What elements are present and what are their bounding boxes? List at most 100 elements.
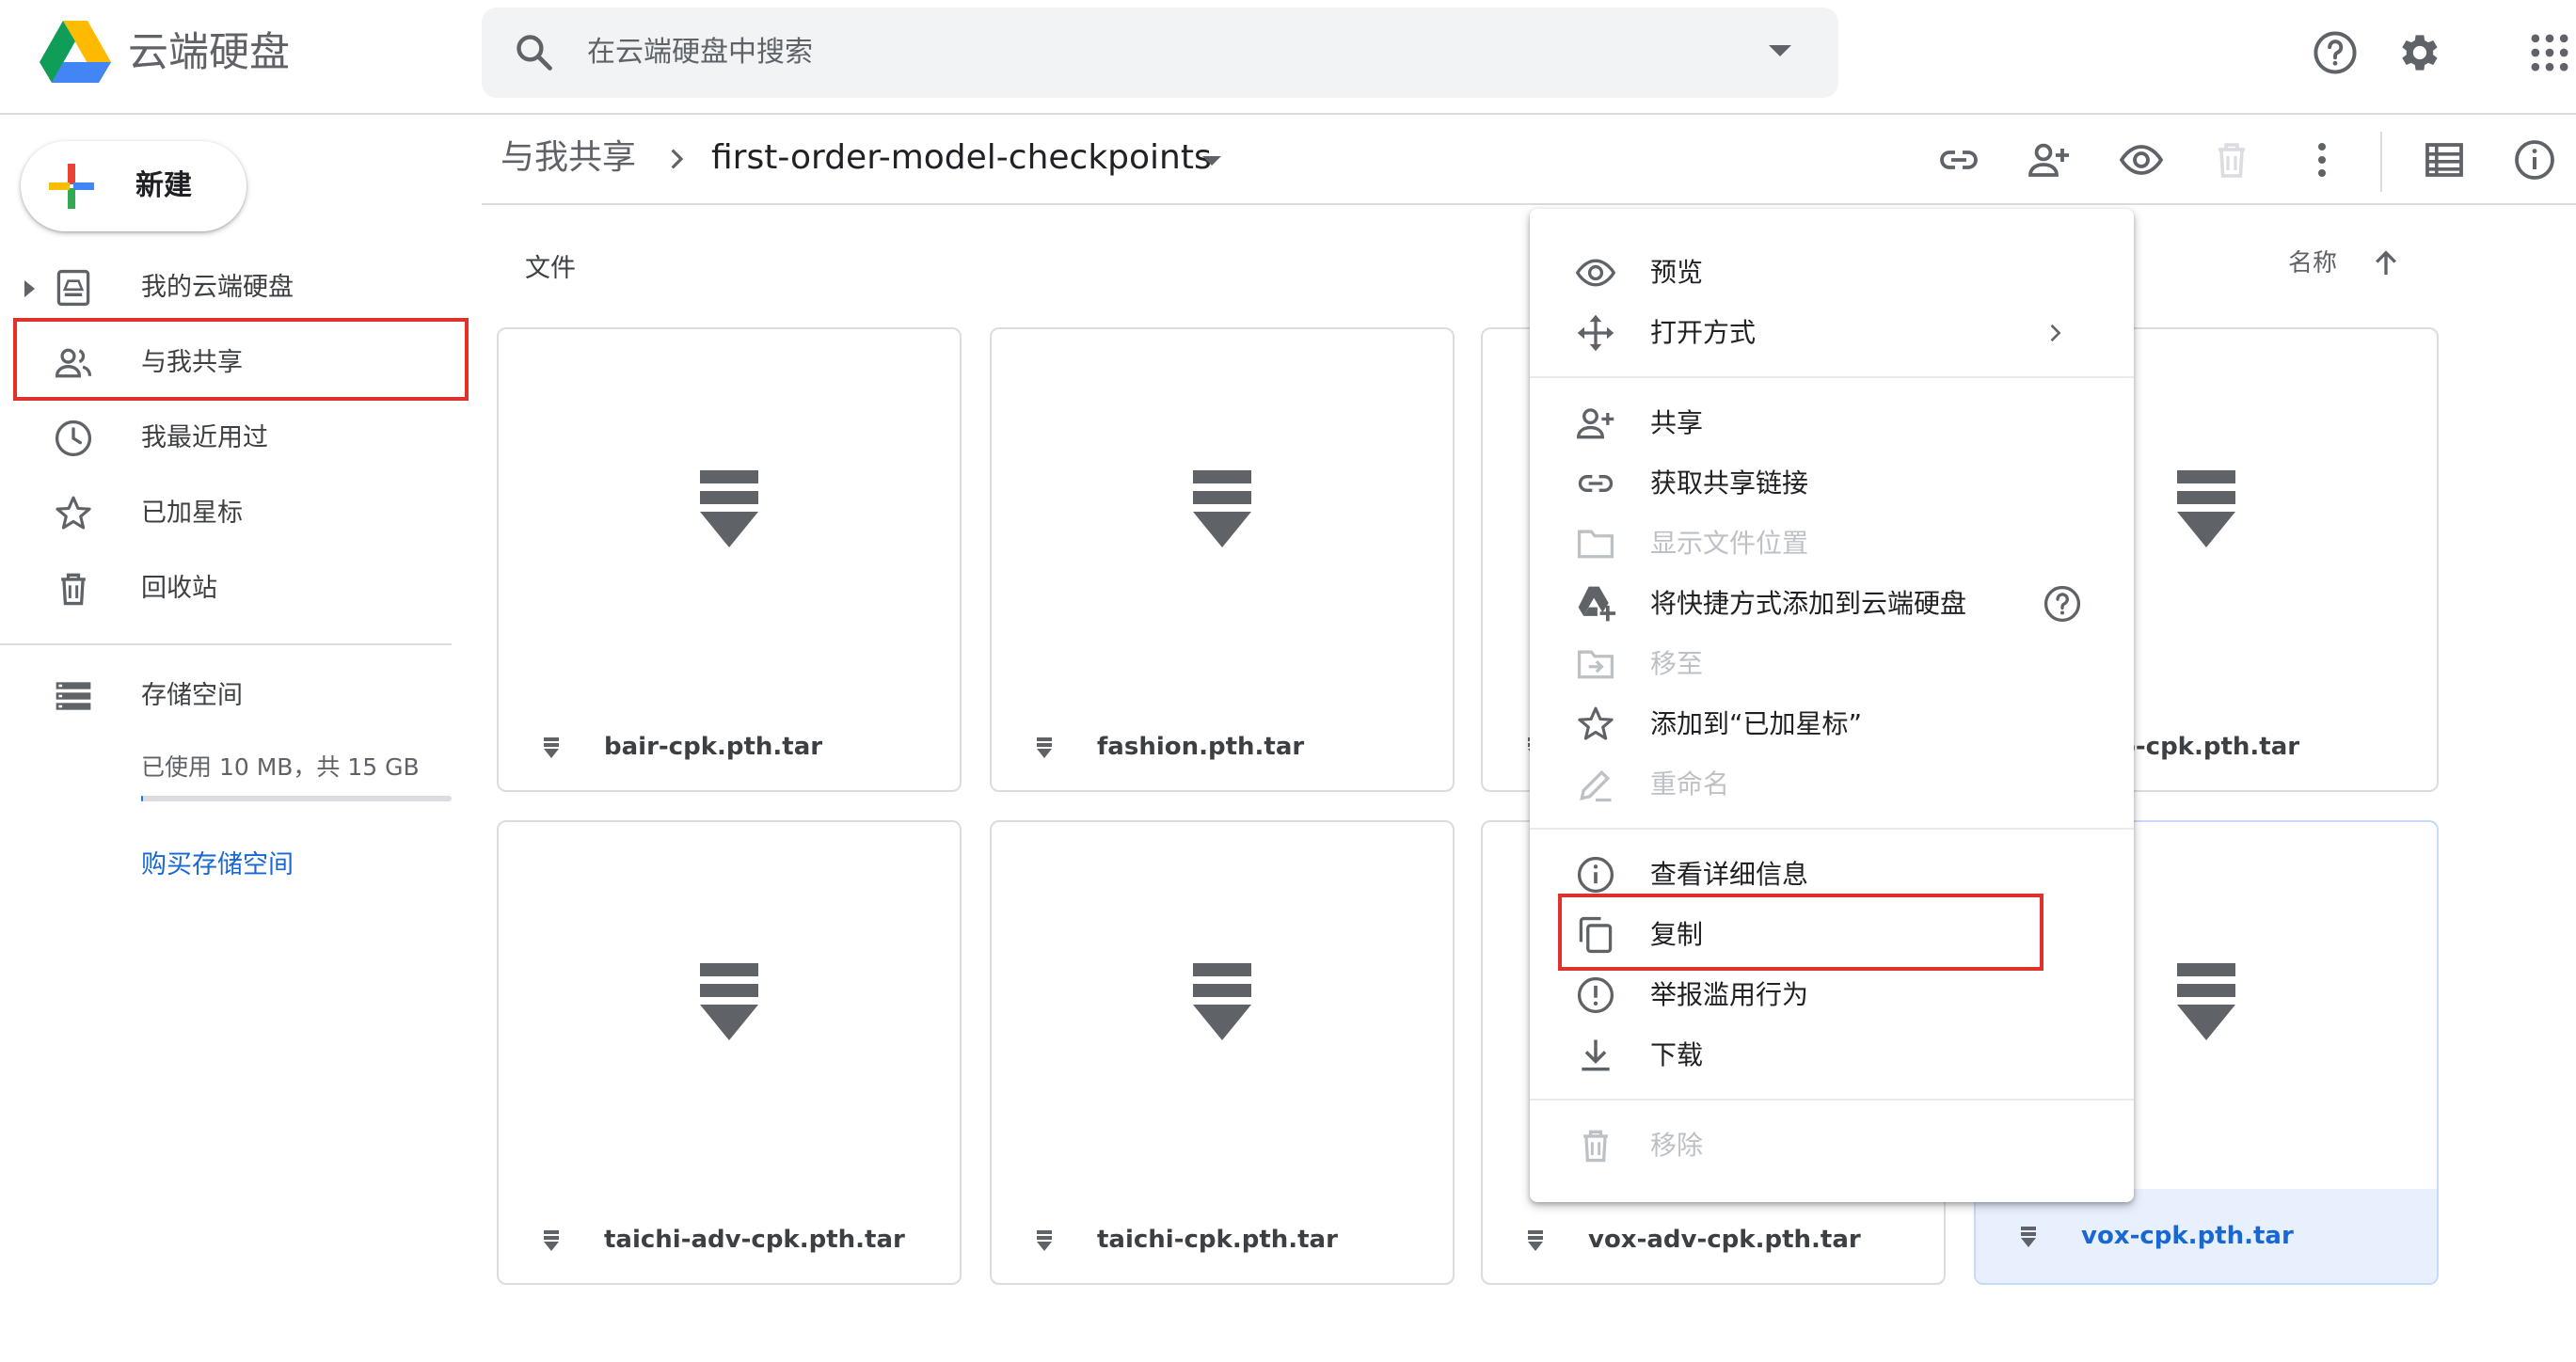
app-title: 云端硬盘 [128,29,290,76]
file-card-footer: taichi-cpk.pth.tar [992,1193,1453,1283]
sidebar-divider [0,643,452,645]
info-icon[interactable] [2512,137,2557,182]
preview-eye-icon[interactable] [2119,137,2164,182]
folder-menu-chevron-down-icon[interactable] [1202,156,1221,166]
menu-item-report-abuse[interactable]: 举报滥用行为 [1530,965,2134,1025]
storage-icon [53,675,94,717]
drive-logo-icon[interactable] [40,21,111,83]
file-card-footer: vox-adv-cpk.pth.tar [1483,1193,1944,1283]
trash-icon[interactable] [2209,137,2254,182]
file-name: bair-cpk.pth.tar [604,733,823,761]
link-icon[interactable] [1936,137,1981,182]
sort-by-name-button[interactable]: 名称 [2288,245,2337,282]
rename-pencil-icon [1575,764,1616,805]
menu-item-show-location[interactable]: 显示文件位置 [1530,514,2134,574]
menu-item-label: 将快捷方式添加到云端硬盘 [1650,588,1967,619]
storage-progress-fill [141,796,143,801]
archive-file-icon [700,470,758,547]
toolbar-divider [2380,132,2382,192]
file-thumbnail [499,822,960,1180]
open-with-icon [1575,312,1616,354]
file-type-icon [544,1230,559,1251]
menu-item-add-star[interactable]: 添加到“已加星标” [1530,694,2134,754]
sidebar-item-recent[interactable]: 我最近用过 [13,401,465,476]
menu-item-add-shortcut[interactable]: 将快捷方式添加到云端硬盘 [1530,574,2134,634]
menu-item-remove[interactable]: 移除 [1530,1116,2134,1176]
sidebar-item-trash[interactable]: 回收站 [13,551,465,626]
menu-item-label: 查看详细信息 [1650,859,1809,890]
breadcrumb-root[interactable]: 与我共享 [501,135,636,181]
file-card[interactable]: taichi-adv-cpk.pth.tar [497,820,962,1285]
file-card-footer: fashion.pth.tar [992,700,1453,790]
menu-item-preview[interactable]: 预览 [1530,243,2134,303]
folder-icon [1575,523,1616,564]
menu-item-rename[interactable]: 重命名 [1530,754,2134,815]
file-type-icon [2021,1227,2036,1247]
menu-item-move-to[interactable]: 移至 [1530,634,2134,694]
menu-item-download[interactable]: 下载 [1530,1025,2134,1085]
sidebar-item-label: 已加星标 [141,499,243,528]
more-vert-icon[interactable] [2299,137,2345,182]
menu-item-open-with[interactable]: 打开方式 [1530,303,2134,363]
apps-grid-icon[interactable] [2525,28,2574,77]
menu-item-label: 获取共享链接 [1650,467,1809,499]
file-card[interactable]: fashion.pth.tar [990,327,1455,792]
top-header: 云端硬盘 在云端硬盘中搜索 [0,0,2576,115]
file-card[interactable]: bair-cpk.pth.tar [497,327,962,792]
menu-item-label: 举报滥用行为 [1650,979,1809,1010]
recent-clock-icon [53,418,94,459]
search-icon[interactable] [514,32,555,73]
file-name: taichi-adv-cpk.pth.tar [604,1226,905,1254]
highlight-box-shared-with-me [13,318,469,401]
star-icon [1575,704,1616,745]
archive-file-icon [700,963,758,1040]
add-person-icon [1575,403,1616,444]
trash-icon [53,568,94,610]
menu-item-label: 预览 [1650,257,1704,288]
search-options-chevron-down-icon[interactable] [1769,45,1791,56]
trash-icon [1575,1125,1616,1166]
sidebar-item-label: 存储空间 [141,681,243,710]
sort-arrow-up-icon[interactable] [2369,246,2403,280]
link-icon [1575,463,1616,504]
archive-file-icon [1193,470,1251,547]
list-view-icon[interactable] [2422,137,2467,182]
new-button[interactable]: 新建 [21,141,246,231]
search-input[interactable]: 在云端硬盘中搜索 [587,34,813,71]
archive-file-icon [2177,963,2235,1040]
add-person-icon[interactable] [2027,137,2072,182]
help-icon[interactable] [2311,28,2360,77]
file-type-icon [1037,1230,1052,1251]
sidebar-item-starred[interactable]: 已加星标 [13,476,465,551]
menu-item-label: 打开方式 [1650,317,1757,348]
file-name: fashion.pth.tar [1097,733,1305,761]
sidebar-item-storage[interactable]: 存储空间 [13,658,465,734]
highlight-box-make-copy [1558,894,2043,971]
menu-item-get-link[interactable]: 获取共享链接 [1530,453,2134,514]
breadcrumb-current-folder[interactable]: first-order-model-checkpoints [711,135,1212,181]
menu-item-label: 共享 [1650,407,1704,438]
files-section-heading: 文件 [525,254,576,283]
menu-item-share[interactable]: 共享 [1530,393,2134,453]
buy-storage-link[interactable]: 购买存储空间 [141,847,294,884]
sidebar-item-my-drive[interactable]: 我的云端硬盘 [13,250,465,325]
file-thumbnail [499,329,960,687]
file-name: o-cpk.pth.tar [2119,733,2300,761]
archive-file-icon [2177,470,2235,547]
file-type-icon [544,737,559,758]
file-type-icon [1528,1230,1543,1251]
storage-usage-text: 已使用 10 MB，共 15 GB [141,753,420,781]
storage-progress-bar [141,796,452,801]
search-box[interactable]: 在云端硬盘中搜索 [482,8,1838,98]
menu-item-label: 下载 [1650,1039,1704,1070]
file-thumbnail [992,822,1453,1180]
chevron-right-icon [2042,320,2068,346]
menu-item-label: 重命名 [1650,768,1730,800]
star-icon [53,493,94,534]
menu-divider [1530,376,2134,378]
file-type-icon [1037,737,1052,758]
settings-icon[interactable] [2393,28,2442,77]
help-icon[interactable] [2042,583,2083,625]
file-card[interactable]: taichi-cpk.pth.tar [990,820,1455,1285]
menu-item-label: 移除 [1650,1130,1704,1161]
